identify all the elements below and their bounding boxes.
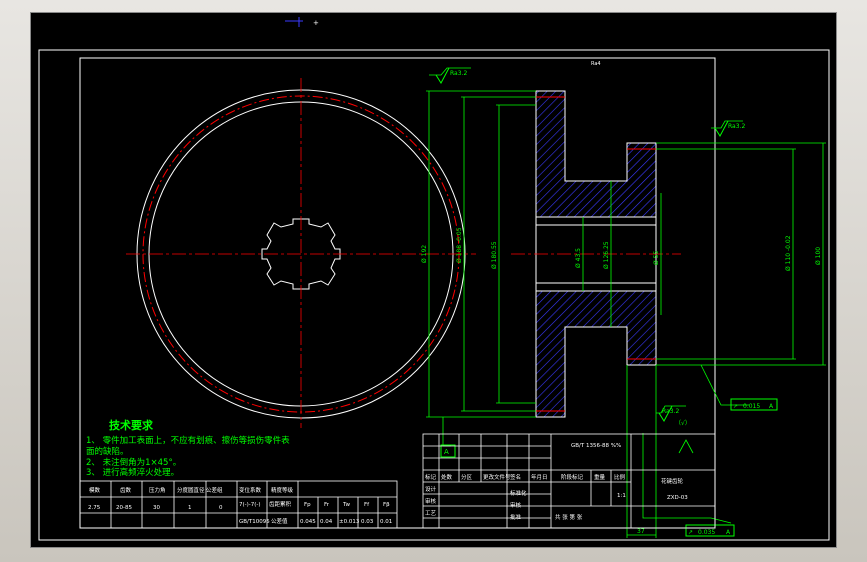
tb-label-3: 更改文件号 bbox=[483, 473, 511, 481]
pr1-5: 7(-)-7(-) bbox=[239, 502, 261, 508]
dim-v6: Ø 55 bbox=[653, 251, 660, 265]
pr2-9: ±0.013 bbox=[339, 519, 360, 525]
pr1-0: 2.75 bbox=[88, 505, 101, 511]
section-upper bbox=[535, 90, 657, 218]
tb-check: 审核 bbox=[425, 497, 437, 505]
dimension-texts: Ø 192 Ø 188 -0.05 Ø 180.55 Ø 43.5 Ø 126.… bbox=[421, 227, 822, 535]
tb-weight: 重量 bbox=[594, 473, 606, 481]
tech-req-line-1: 1、 零件加工表面上，不应有划痕、擦伤等损伤零件表 bbox=[86, 435, 290, 446]
tol-parallel-symbol: ↗ bbox=[688, 529, 693, 536]
tb-approve: 批准 bbox=[510, 513, 522, 521]
dim-v4: Ø 43.5 bbox=[575, 248, 582, 268]
tol-runout: 0.015 bbox=[743, 403, 760, 410]
section-lower bbox=[535, 290, 657, 418]
tech-req-line-2: 面的缺陷。 bbox=[86, 446, 129, 457]
pr2-11: 0.01 bbox=[380, 519, 392, 525]
datum-label: A bbox=[444, 448, 449, 456]
roughness-bottom: Ra3.2 bbox=[662, 408, 679, 415]
pr1-2: 30 bbox=[153, 505, 160, 511]
pr1-8: Fr bbox=[324, 502, 330, 508]
small-top-label: Ra4 bbox=[591, 61, 601, 67]
pr1-10: Ff bbox=[364, 502, 370, 508]
pr2-7: 0.045 bbox=[300, 519, 316, 525]
cad-window: + Ra4 Ra3.2 Ra3.2 Ra3.2 （√） ↗ 0.015 A ↗ … bbox=[0, 0, 867, 562]
dim-v2: Ø 188 -0.05 bbox=[456, 227, 463, 263]
tb-process: 工艺 bbox=[425, 510, 437, 517]
ph-5: 精度等级 bbox=[271, 486, 294, 494]
tb-label-4: 签名 bbox=[510, 473, 521, 481]
tb-label-0: 标记 bbox=[425, 473, 437, 481]
tol-runout-symbol: ↗ bbox=[733, 403, 738, 410]
roughness-bottom-note: （√） bbox=[675, 420, 691, 427]
roughness-symbol-right bbox=[714, 120, 729, 137]
roughness-top: Ra3.2 bbox=[450, 70, 467, 77]
pr1-6: 齿距累积 bbox=[269, 501, 292, 508]
dim-v5: Ø 126.25 bbox=[603, 241, 610, 269]
tb-check2: 审核 bbox=[510, 501, 522, 509]
pr1-11: Fβ bbox=[383, 502, 390, 508]
roughness-right: Ra3.2 bbox=[728, 123, 745, 130]
tb-label-2: 分区 bbox=[461, 473, 473, 481]
ph-3: 分度圆直径 bbox=[177, 486, 205, 494]
tb-scale-val: 1:1 bbox=[617, 493, 626, 499]
tb-label-5: 年月日 bbox=[531, 473, 548, 481]
pr2-6: 公差值 bbox=[271, 517, 288, 525]
drawing-viewport[interactable]: + Ra4 Ra3.2 Ra3.2 Ra3.2 （√） ↗ 0.015 A ↗ … bbox=[30, 12, 837, 548]
ph-1: 齿数 bbox=[120, 486, 132, 494]
tb-code: ZXD-03 bbox=[667, 495, 688, 501]
tech-req-line-4: 3、 进行高频淬火处理。 bbox=[86, 467, 179, 478]
roughness-symbol-top bbox=[435, 67, 450, 84]
tech-req-line-3: 2、 未注倒角为1×45°。 bbox=[86, 457, 181, 468]
drawing-canvas[interactable]: + Ra4 Ra3.2 Ra3.2 Ra3.2 （√） ↗ 0.015 A ↗ … bbox=[31, 13, 838, 549]
dim-bottom: 37 bbox=[637, 528, 645, 535]
tb-label-1: 处数 bbox=[441, 473, 453, 481]
tb-stage: 阶段标记 bbox=[561, 473, 584, 481]
tb-scale: 比例 bbox=[614, 473, 626, 481]
pr1-4: 0 bbox=[219, 505, 223, 511]
pr1-1: 20-85 bbox=[116, 505, 132, 511]
tol-parallel: 0.035 bbox=[698, 529, 715, 536]
pr1-7: Fp bbox=[304, 502, 311, 508]
tol-runout-datum: A bbox=[769, 403, 774, 410]
pr2-8: 0.04 bbox=[320, 519, 333, 525]
tb-standardize: 标准化 bbox=[510, 489, 527, 497]
dim-v1: Ø 192 bbox=[421, 245, 428, 263]
param-table-text: 模数 齿数 压力角 分度圆直径 变位系数 精度等级 公差组 2.75 20-85… bbox=[88, 486, 392, 525]
ph-0: 模数 bbox=[89, 486, 101, 494]
pr1-3: 1 bbox=[188, 505, 192, 511]
tb-sheet: 共 张 第 张 bbox=[555, 513, 583, 521]
dim-v3: Ø 180.55 bbox=[491, 241, 498, 269]
pr1-9: Tw bbox=[342, 502, 350, 508]
tb-standard: GB/T 1356-88 %% bbox=[571, 443, 621, 449]
pr2-10: 0.03 bbox=[361, 519, 374, 525]
origin-label: + bbox=[313, 19, 319, 27]
dim-v8: Ø 100 bbox=[815, 247, 822, 265]
dim-v7: Ø 110 -0.02 bbox=[785, 235, 792, 271]
tol-parallel-datum: A bbox=[726, 529, 731, 536]
tb-design: 设计 bbox=[425, 485, 437, 493]
tech-req-title: 技术要求 bbox=[109, 418, 154, 432]
ph-2: 压力角 bbox=[149, 486, 166, 494]
ph-4: 变位系数 bbox=[239, 486, 262, 494]
pr2-5: GB/T10095 bbox=[239, 519, 270, 525]
tb-part-name: 花键齿轮 bbox=[661, 477, 684, 485]
tech-requirements: 技术要求 1、 零件加工表面上，不应有划痕、擦伤等损伤零件表 面的缺陷。 2、 … bbox=[86, 418, 290, 478]
ph-6: 公差组 bbox=[206, 486, 223, 494]
